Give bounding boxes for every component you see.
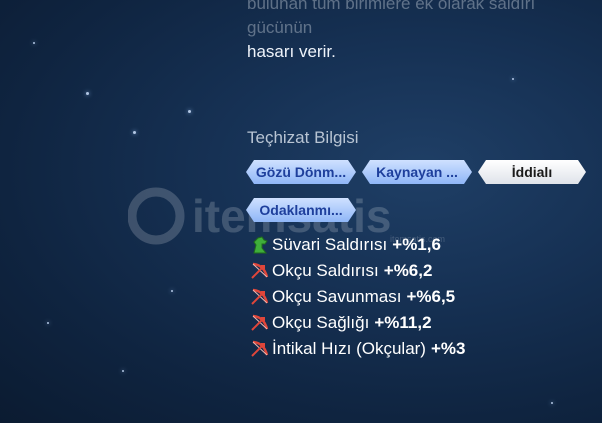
equipment-info-title: Teçhizat Bilgisi: [247, 128, 359, 147]
stat-name: Okçu Savunması: [272, 287, 402, 306]
stat-row: Okçu Savunması +%6,5: [250, 284, 465, 310]
archer-bow-icon: [251, 262, 269, 279]
stat-name: Okçu Sağlığı: [272, 313, 370, 332]
stat-value: +%3: [430, 339, 466, 358]
description-faded-line: bulunan tüm birimlere ek olarak saldırı …: [247, 0, 536, 37]
tag-kaynayan[interactable]: Kaynayan ...: [362, 160, 472, 184]
description-line: hasarı verir.: [247, 42, 336, 61]
archer-bow-icon: [251, 288, 269, 305]
stat-value: +%6,2: [383, 261, 433, 280]
stat-value: +%1,6: [392, 235, 441, 254]
cavalry-horse-icon: [253, 236, 268, 254]
equipment-stats: Süvari Saldırısı +%1,6 Okçu Saldırısı +%…: [250, 232, 465, 362]
stat-row: İntikal Hızı (Okçular) +%3: [250, 336, 465, 362]
stat-value: +%6,5: [406, 287, 456, 306]
tag-odaklanmis[interactable]: Odaklanmı...: [246, 198, 356, 222]
tag-iddiali[interactable]: İddialı: [478, 160, 586, 184]
archer-bow-icon: [251, 314, 269, 331]
stat-name: İntikal Hızı (Okçular): [272, 339, 426, 358]
stat-name: Süvari Saldırısı: [272, 235, 388, 254]
skill-description: bulunan tüm birimlere ek olarak saldırı …: [247, 0, 587, 64]
tag-gozu-donmus[interactable]: Gözü Dönm...: [246, 160, 356, 184]
stat-row: Okçu Saldırısı +%6,2: [250, 258, 465, 284]
stat-name: Okçu Saldırısı: [272, 261, 379, 280]
stat-value: +%11,2: [374, 313, 432, 332]
stat-row: Okçu Sağlığı +%11,2: [250, 310, 465, 336]
stat-row: Süvari Saldırısı +%1,6: [250, 232, 465, 258]
archer-bow-icon: [251, 340, 269, 357]
